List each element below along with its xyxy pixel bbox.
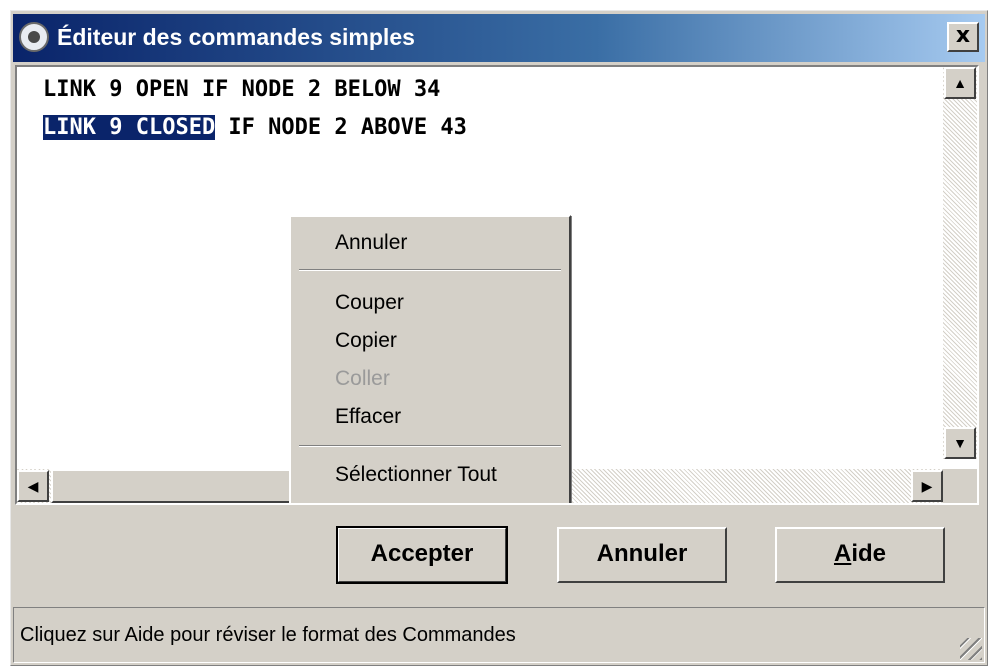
menu-item-paste: Coller	[335, 367, 390, 390]
command-line-2[interactable]: LINK 9 CLOSED IF NODE 2 ABOVE 43	[43, 115, 467, 140]
scroll-right-icon[interactable]: ▶	[911, 470, 943, 502]
cancel-button[interactable]: Annuler	[557, 527, 727, 583]
menu-item-undo[interactable]: Annuler	[335, 231, 407, 255]
vertical-scrollbar[interactable]: ▲ ▼	[943, 67, 977, 459]
menu-item-copy[interactable]: Copier	[335, 329, 397, 353]
window-title: Éditeur des commandes simples	[57, 24, 415, 50]
app-icon	[19, 22, 49, 52]
close-button[interactable]: x	[947, 22, 979, 52]
menu-item-cut[interactable]: Couper	[335, 291, 404, 315]
resize-grip-icon[interactable]	[960, 638, 982, 660]
help-label-rest: ide	[851, 540, 887, 567]
accept-button[interactable]: Accepter	[336, 526, 508, 584]
help-mnemonic: A	[833, 540, 852, 567]
status-bar: Cliquez sur Aide pour réviser le format …	[13, 607, 985, 663]
menu-item-select-all[interactable]: Sélectionner Tout	[335, 463, 497, 487]
command-text-area[interactable]: LINK 9 OPEN IF NODE 2 BELOW 34 LINK 9 CL…	[15, 65, 979, 505]
menu-separator	[299, 269, 561, 271]
command-editor-window: Éditeur des commandes simples x LINK 9 O…	[10, 10, 988, 666]
scroll-down-icon[interactable]: ▼	[944, 427, 976, 459]
menu-item-delete[interactable]: Effacer	[335, 405, 401, 429]
scrollbar-corner	[943, 469, 977, 503]
scroll-up-icon[interactable]: ▲	[944, 67, 976, 99]
selected-text[interactable]: LINK 9 CLOSED	[43, 115, 216, 140]
context-menu: Annuler Couper Copier Coller Effacer Sél…	[289, 215, 571, 503]
status-text: Cliquez sur Aide pour réviser le format …	[20, 624, 516, 646]
scroll-left-icon[interactable]: ◀	[17, 470, 49, 502]
command-line-2-rest: IF NODE 2 ABOVE 43	[215, 115, 467, 140]
help-button[interactable]: Aide	[775, 527, 945, 583]
command-line-1[interactable]: LINK 9 OPEN IF NODE 2 BELOW 34	[43, 77, 440, 102]
title-bar[interactable]: Éditeur des commandes simples x	[13, 14, 985, 62]
menu-separator	[299, 445, 561, 447]
